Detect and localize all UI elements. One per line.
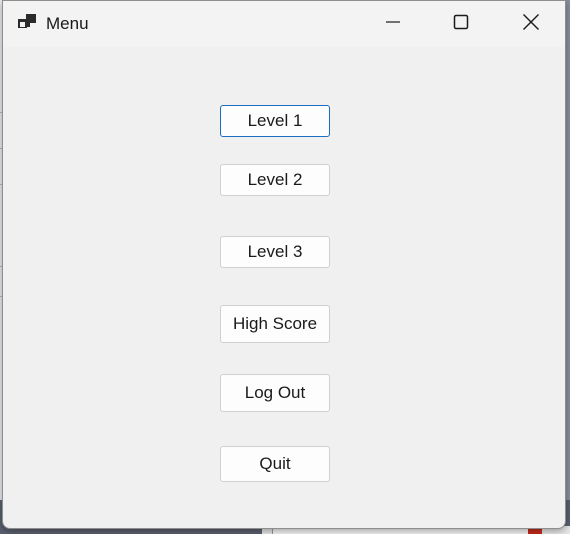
- level-2-button[interactable]: Level 2: [220, 164, 330, 196]
- close-button[interactable]: [497, 1, 565, 47]
- title-bar[interactable]: Menu: [3, 1, 565, 47]
- log-out-button[interactable]: Log Out: [220, 374, 330, 412]
- maximize-button[interactable]: [427, 1, 495, 47]
- app-window-icon[interactable]: [17, 14, 37, 32]
- window-title: Menu: [46, 14, 89, 33]
- high-score-button[interactable]: High Score: [220, 305, 330, 343]
- quit-button[interactable]: Quit: [220, 446, 330, 482]
- minimize-button[interactable]: [359, 1, 427, 47]
- level-3-button[interactable]: Level 3: [220, 236, 330, 268]
- menu-window: Menu Level 1 Level 2 Level 3 High Score …: [2, 0, 566, 529]
- maximize-icon: [453, 14, 469, 35]
- close-icon: [522, 13, 540, 36]
- minimize-icon: [385, 14, 401, 35]
- level-1-button[interactable]: Level 1: [220, 105, 330, 137]
- background-window-edge-right: [566, 0, 570, 534]
